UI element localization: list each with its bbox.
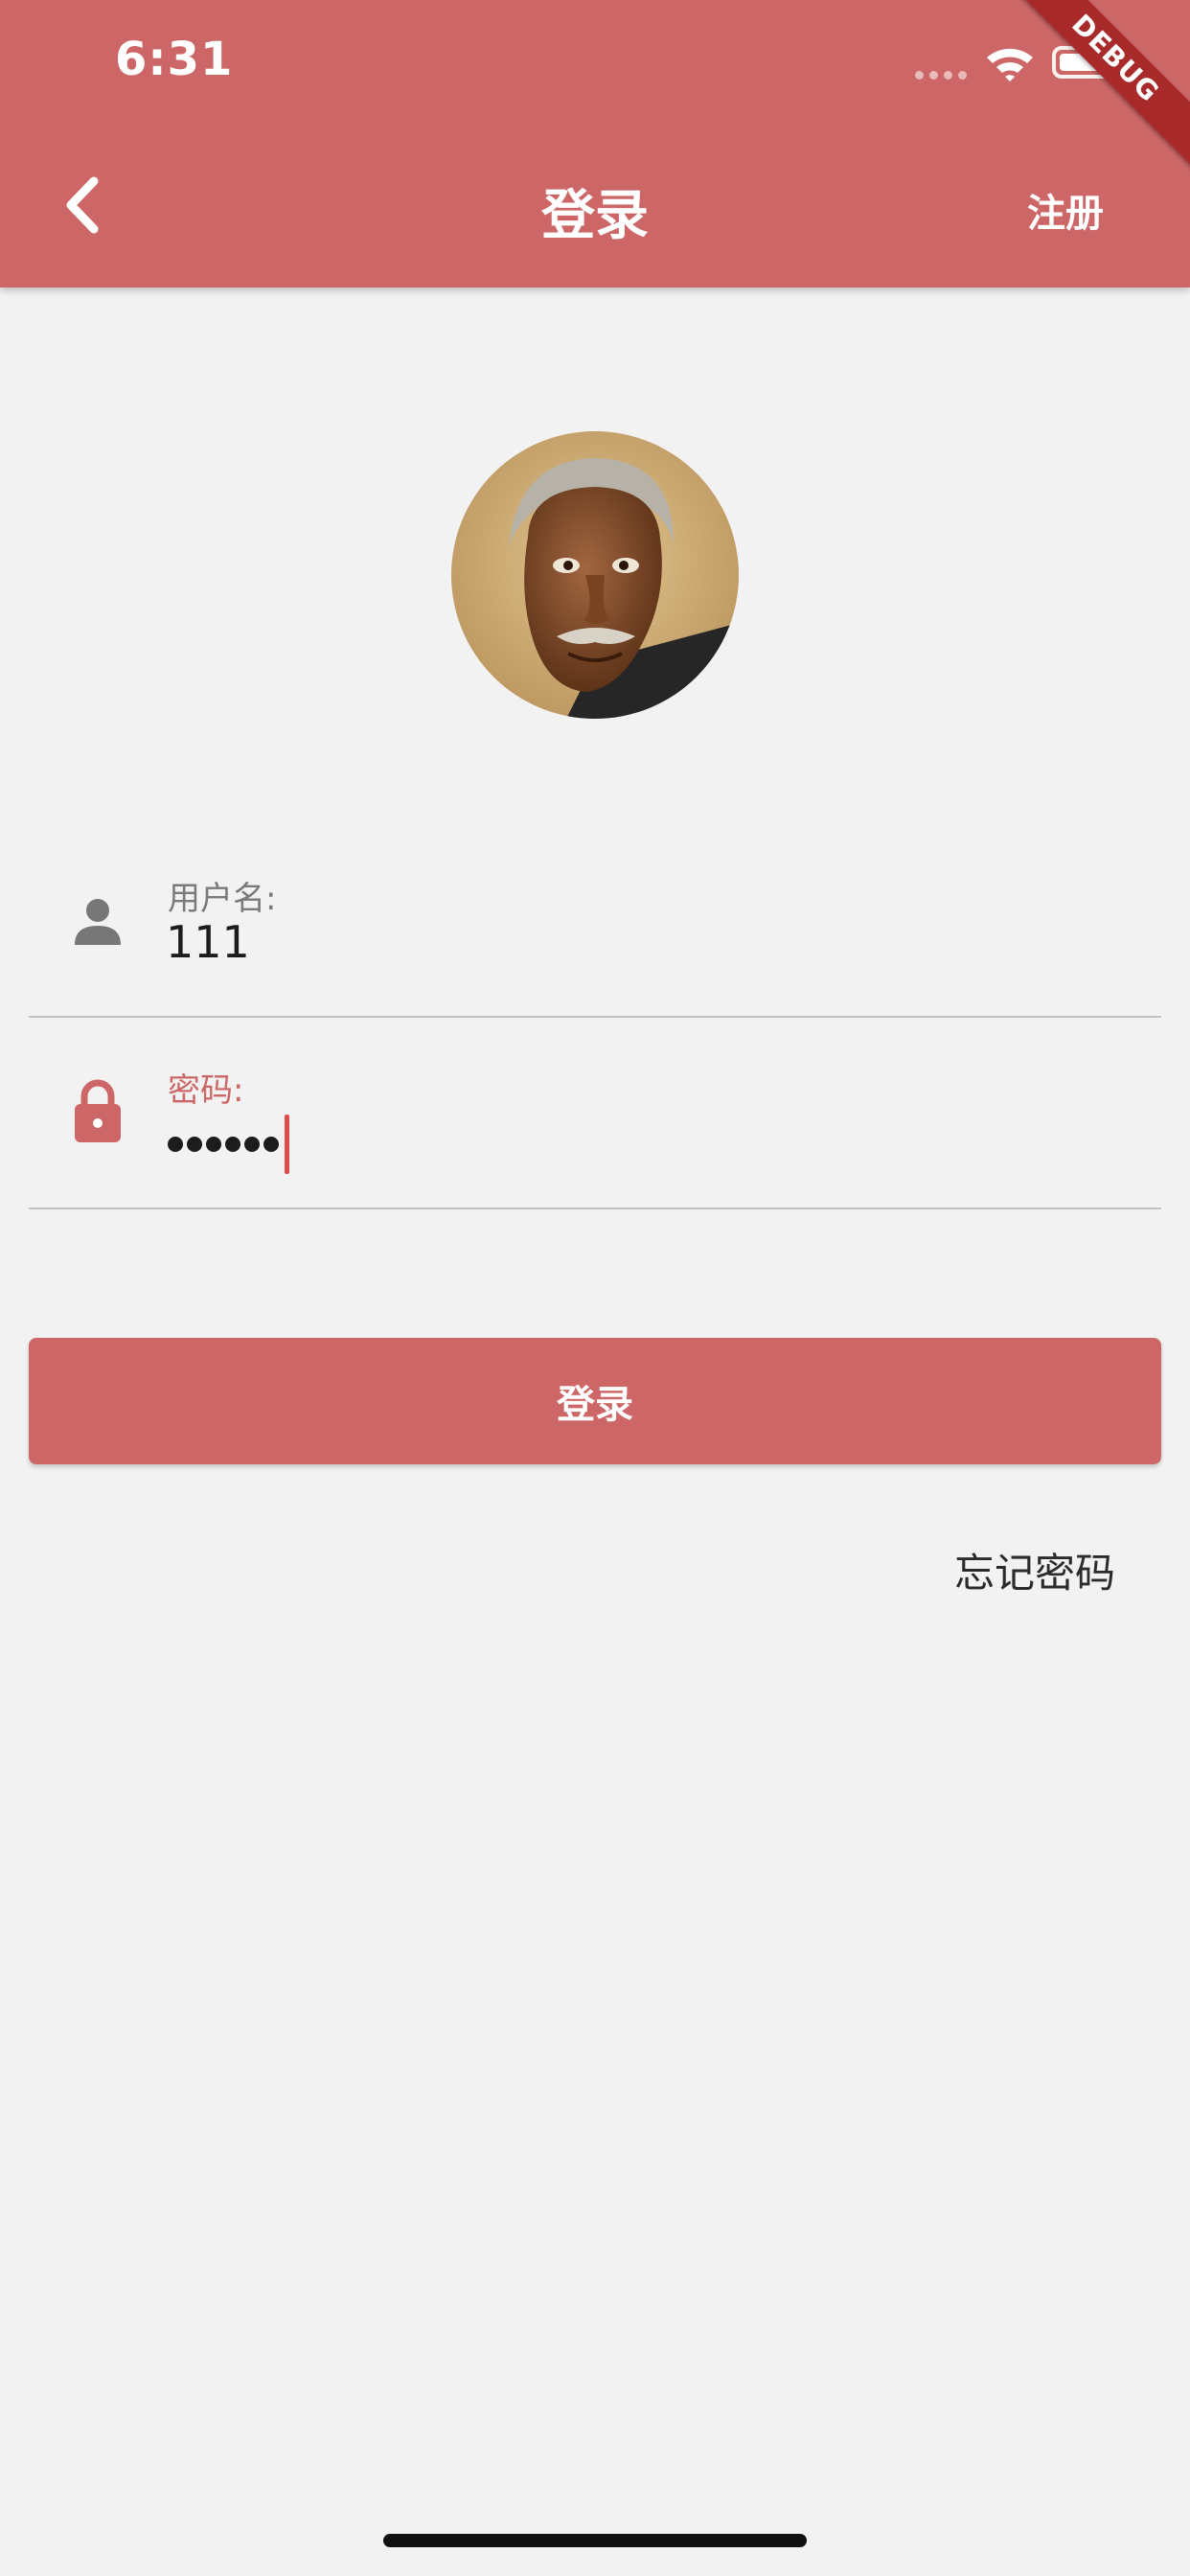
avatar-image [451, 431, 739, 719]
status-time: 6:31 [115, 33, 234, 86]
debug-banner: DEBUG [997, 0, 1190, 176]
wifi-icon [987, 48, 1033, 81]
password-field[interactable]: 密码: [29, 1018, 1161, 1209]
person-icon [75, 899, 121, 945]
page-title: 登录 [541, 185, 649, 247]
home-indicator[interactable] [383, 2534, 807, 2547]
username-field[interactable]: 用户名: 111 [29, 826, 1161, 1018]
password-label: 密码: [168, 1071, 244, 1110]
password-input[interactable] [168, 1115, 289, 1174]
username-label: 用户名: [168, 880, 277, 918]
lock-icon [75, 1079, 121, 1142]
login-button[interactable]: 登录 [29, 1338, 1161, 1464]
cellular-signal-icon [915, 71, 967, 80]
username-input[interactable]: 111 [166, 916, 250, 968]
forgot-password-link[interactable]: 忘记密码 [954, 1541, 1115, 1599]
register-button[interactable]: 注册 [1027, 182, 1104, 238]
avatar [451, 431, 739, 719]
app-bar: 6:31 DEBUG 登录 注册 [0, 0, 1190, 288]
text-cursor [285, 1115, 289, 1174]
